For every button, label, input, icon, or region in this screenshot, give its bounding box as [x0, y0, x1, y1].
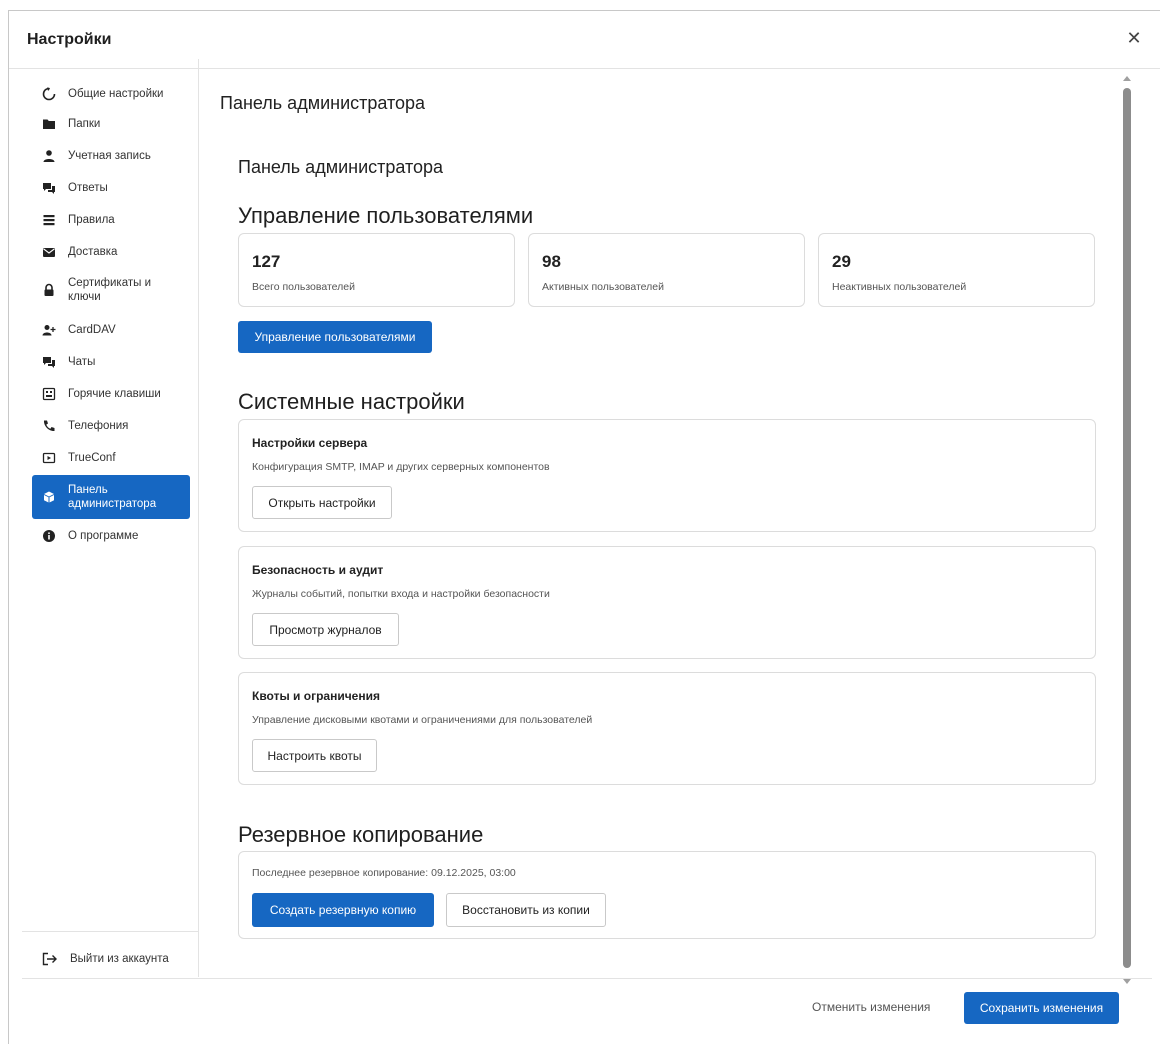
sidebar-item-delivery[interactable]: Доставка: [32, 237, 190, 267]
video-icon: [42, 451, 56, 465]
card-description: Конфигурация SMTP, IMAP и других серверн…: [252, 461, 550, 473]
sidebar-item-general[interactable]: Общие настройки: [32, 77, 190, 111]
stat-label: Неактивных пользователей: [832, 281, 967, 293]
sidebar-item-label: Сертификаты и ключи: [68, 277, 151, 303]
sidebar-item-label: Учетная запись: [68, 150, 151, 162]
replies-icon: [42, 181, 56, 195]
sidebar-item-label: Правила: [68, 214, 115, 226]
sidebar-item-label: Доставка: [68, 246, 118, 258]
card-description: Управление дисковыми квотами и ограничен…: [252, 714, 593, 726]
manage-users-button[interactable]: Управление пользователями: [238, 321, 432, 353]
sidebar-item-label: О программе: [68, 530, 139, 542]
stat-card-inactive: 29 Неактивных пользователей: [818, 233, 1095, 307]
users-heading: Управление пользователями: [238, 203, 534, 228]
content-scrollbar[interactable]: [1121, 70, 1133, 985]
card-description: Журналы событий, попытки входа и настрой…: [252, 588, 550, 600]
stat-label: Всего пользователей: [252, 281, 355, 293]
stat-card-active: 98 Активных пользователей: [528, 233, 805, 307]
sidebar-item-admin-panel[interactable]: Панель администратора: [32, 475, 190, 519]
sidebar-item-label: Общие настройки: [68, 88, 164, 100]
card-title: Настройки сервера: [252, 436, 368, 450]
folder-icon: [42, 117, 56, 131]
dialog-footer: Отменить изменения Сохранить изменения: [22, 978, 1152, 1034]
sidebar-item-label: Чаты: [68, 356, 96, 368]
account-icon: [42, 149, 56, 163]
stat-value: 29: [832, 252, 851, 271]
sidebar-item-about[interactable]: О программе: [32, 521, 190, 551]
info-icon: [42, 529, 56, 543]
sidebar-item-label: Панель администратора: [68, 484, 157, 510]
configure-quotas-button[interactable]: Настроить квоты: [252, 739, 377, 772]
stat-value: 127: [252, 252, 281, 271]
lock-icon: [42, 283, 56, 297]
save-changes-button[interactable]: Сохранить изменения: [964, 992, 1119, 1024]
envelope-icon: [42, 245, 56, 259]
sidebar-item-replies[interactable]: Ответы: [32, 173, 190, 203]
admin-box-icon: [42, 490, 56, 504]
stat-card-total: 127 Всего пользователей: [238, 233, 515, 307]
sidebar-item-account[interactable]: Учетная запись: [32, 141, 190, 171]
cancel-changes-button[interactable]: Отменить изменения: [812, 992, 930, 1022]
sidebar: Общие настройки Папки Учетная запись Отв…: [22, 59, 199, 977]
restore-backup-button[interactable]: Восстановить из копии: [446, 893, 606, 927]
page-title: Панель администратора: [220, 93, 426, 113]
sidebar-item-label: Телефония: [68, 420, 129, 432]
scroll-up-icon[interactable]: [1121, 70, 1133, 81]
sidebar-item-label: Ответы: [68, 182, 108, 194]
sidebar-item-certificates[interactable]: Сертификаты и ключи: [32, 269, 190, 311]
logout-icon: [42, 952, 58, 966]
sidebar-item-telephony[interactable]: Телефония: [32, 411, 190, 441]
sidebar-item-label: CardDAV: [68, 324, 116, 336]
keyboard-icon: [42, 387, 56, 401]
general-settings-icon: [42, 87, 56, 101]
last-backup-text: Последнее резервное копирование: 09.12.2…: [252, 867, 516, 879]
sidebar-item-folders[interactable]: Папки: [32, 109, 190, 139]
phone-icon: [42, 419, 56, 433]
sidebar-item-label: TrueConf: [68, 452, 116, 464]
chat-icon: [42, 355, 56, 369]
server-settings-card: Настройки сервера Конфигурация SMTP, IMA…: [238, 419, 1096, 532]
card-title: Безопасность и аудит: [252, 563, 384, 577]
sidebar-item-chats[interactable]: Чаты: [32, 347, 190, 377]
scroll-thumb[interactable]: [1123, 88, 1131, 968]
security-audit-card: Безопасность и аудит Журналы событий, по…: [238, 546, 1096, 659]
backup-heading: Резервное копирование: [238, 822, 484, 847]
sidebar-item-label: Папки: [68, 118, 101, 130]
quotas-card: Квоты и ограничения Управление дисковыми…: [238, 672, 1096, 785]
close-icon[interactable]: ✕: [1123, 27, 1145, 49]
logout-button[interactable]: Выйти из аккаунта: [32, 952, 169, 966]
view-logs-button[interactable]: Просмотр журналов: [252, 613, 399, 646]
system-heading: Системные настройки: [238, 389, 465, 414]
sidebar-divider: [22, 931, 198, 932]
add-user-icon: [42, 323, 56, 337]
dialog-title: Настройки: [27, 31, 112, 48]
card-title: Квоты и ограничения: [252, 689, 380, 703]
stat-value: 98: [542, 252, 561, 271]
stat-label: Активных пользователей: [542, 281, 664, 293]
sidebar-item-carddav[interactable]: CardDAV: [32, 315, 190, 345]
sidebar-item-rules[interactable]: Правила: [32, 205, 190, 235]
logout-label: Выйти из аккаунта: [70, 953, 169, 965]
backup-card: Последнее резервное копирование: 09.12.2…: [238, 851, 1096, 939]
sidebar-item-label: Горячие клавиши: [68, 388, 161, 400]
create-backup-button[interactable]: Создать резервную копию: [252, 893, 434, 927]
sidebar-item-trueconf[interactable]: TrueConf: [32, 443, 190, 473]
rules-icon: [42, 213, 56, 227]
sidebar-item-hotkeys[interactable]: Горячие клавиши: [32, 379, 190, 409]
main-content: Панель администратора Панель администрат…: [200, 59, 1130, 977]
section-subtitle: Панель администратора: [238, 157, 444, 177]
open-settings-button[interactable]: Открыть настройки: [252, 486, 392, 519]
